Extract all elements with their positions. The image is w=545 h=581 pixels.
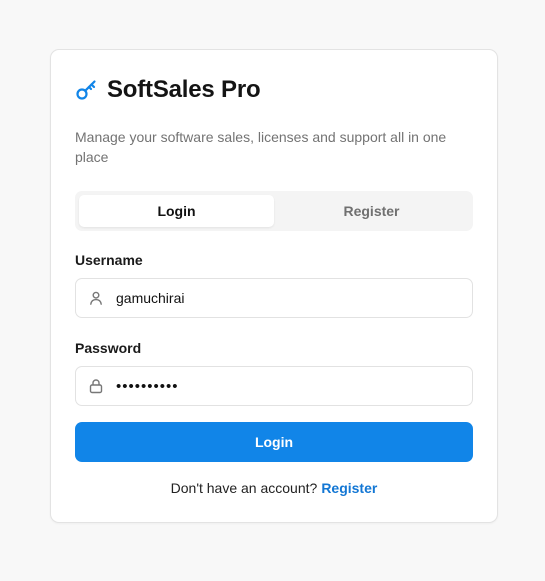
username-field[interactable] [75,278,473,318]
app-title: SoftSales Pro [107,76,261,103]
lock-icon [88,378,104,394]
register-link[interactable]: Register [321,480,377,496]
tab-register[interactable]: Register [274,195,469,227]
password-input[interactable] [116,377,456,395]
password-label: Password [75,340,142,356]
username-input[interactable] [116,290,456,306]
password-field[interactable] [75,366,473,406]
register-prompt: Don't have an account? Register [51,480,497,496]
tab-login[interactable]: Login [79,195,274,227]
login-card: SoftSales Pro Manage your software sales… [50,49,498,523]
login-button[interactable]: Login [75,422,473,462]
key-icon [75,78,99,102]
app-subtitle: Manage your software sales, licenses and… [75,129,447,165]
register-prompt-text: Don't have an account? [170,480,318,496]
brand-header: SoftSales Pro [75,76,261,104]
user-icon [88,290,104,306]
username-label: Username [75,252,143,268]
auth-tabs: Login Register [75,191,473,231]
